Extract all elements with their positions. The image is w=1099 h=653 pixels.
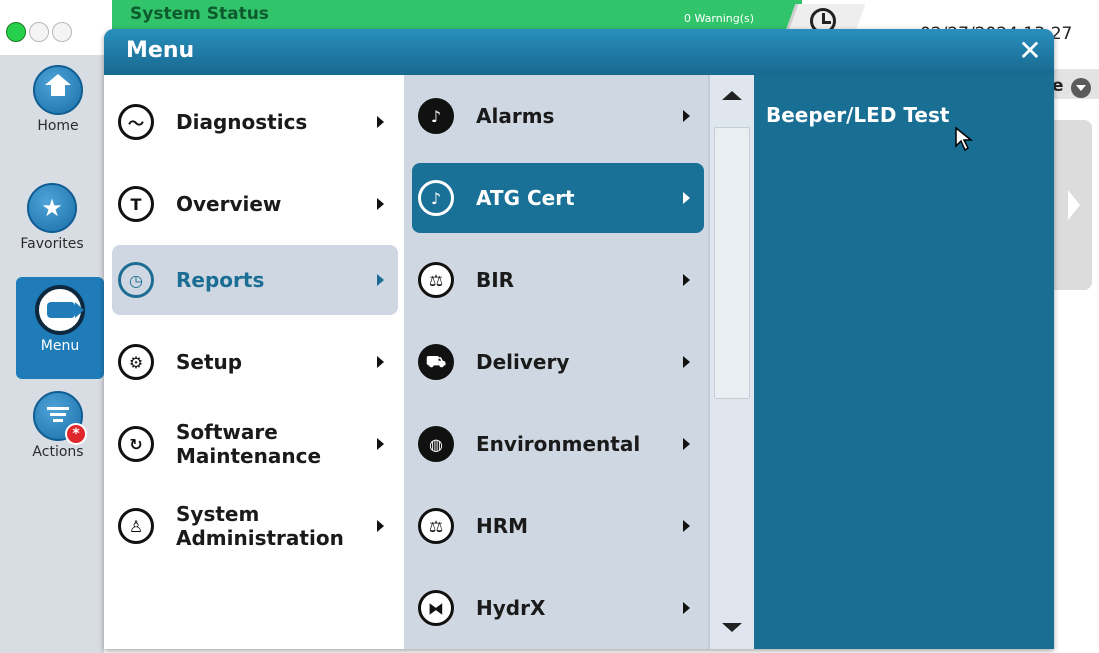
scroll-up-arrow-icon[interactable] [722, 91, 742, 100]
menu-item-label: Setup [176, 350, 243, 374]
scrollbar-thumb[interactable] [714, 127, 750, 399]
actions-alert-badge: * [65, 423, 87, 445]
menu-item-label: Overview [176, 192, 282, 216]
chevron-right-icon [377, 438, 384, 450]
menu-item-label: HRM [476, 514, 529, 538]
menu-item-system-administration[interactable]: ♙ System Administration [112, 491, 398, 561]
menu-item-environmental[interactable]: ◍ Environmental [412, 409, 704, 479]
chevron-right-icon [683, 192, 690, 204]
menu-column-reports: ♪ Alarms ♪ ATG Cert ⚖ BIR ⛟ Delivery ◍ E… [404, 75, 708, 649]
overview-icon: T [118, 186, 154, 222]
menu-item-delivery[interactable]: ⛟ Delivery [412, 327, 704, 397]
scale-icon: ⚖ [418, 508, 454, 544]
menu-item-atg-cert[interactable]: ♪ ATG Cert [412, 163, 704, 233]
menu-item-hydrx[interactable]: ⧓ HydrX [412, 573, 704, 643]
nav-home-label: Home [37, 118, 79, 134]
menu-item-label: System Administration [176, 502, 344, 550]
nav-actions-label: Actions [32, 444, 84, 460]
menu-item-label: BIR [476, 268, 515, 292]
menu-item-reports[interactable]: ◷ Reports [112, 245, 398, 315]
status-title: System Status [130, 4, 269, 24]
menu-item-label: Alarms [476, 104, 555, 128]
close-button[interactable]: ✕ [1016, 35, 1044, 67]
window-maximize-button[interactable] [6, 22, 26, 42]
software-maintenance-icon: ↻ [118, 426, 154, 462]
menu-item-label: Reports [176, 268, 265, 292]
nav-menu-button[interactable]: Menu [16, 277, 104, 379]
menu-item-hrm[interactable]: ⚖ HRM [412, 491, 704, 561]
delivery-truck-icon: ⛟ [418, 344, 454, 380]
menu-header: Menu ✕ [104, 29, 1054, 75]
menu-item-software-maintenance[interactable]: ↻ Software Maintenance [112, 409, 398, 479]
globe-icon: ◍ [418, 426, 454, 462]
atg-cert-bell-icon: ♪ [418, 180, 454, 216]
system-administration-icon: ♙ [118, 508, 154, 544]
nav-favorites-button[interactable]: ★ Favorites [0, 183, 104, 283]
menu-item-bir[interactable]: ⚖ BIR [412, 245, 704, 315]
window-close-button[interactable] [52, 22, 72, 42]
menu-item-alarms[interactable]: ♪ Alarms [412, 81, 704, 151]
alarm-bell-icon: ♪ [418, 98, 454, 134]
background-card-next-arrow[interactable] [1054, 120, 1092, 290]
nav-menu-label: Menu [40, 338, 80, 354]
diagnostics-icon: 〜 [118, 104, 154, 140]
warning-count: 0 Warning(s) [684, 12, 755, 25]
menu-icon [47, 302, 84, 318]
chevron-right-icon [683, 438, 690, 450]
chevron-right-icon [683, 602, 690, 614]
menu-item-setup[interactable]: ⚙ Setup [112, 327, 398, 397]
actions-icon [47, 407, 69, 423]
hydrx-icon: ⧓ [418, 590, 454, 626]
menu-title: Menu [126, 38, 195, 63]
menu-item-diagnostics[interactable]: 〜 Diagnostics [112, 87, 398, 157]
menu-item-label: Software Maintenance [176, 420, 322, 468]
chevron-right-icon [683, 520, 690, 532]
menu-item-label: Environmental [476, 432, 641, 456]
chevron-right-icon [683, 356, 690, 368]
chevron-right-icon [683, 110, 690, 122]
mouse-cursor-icon [955, 126, 974, 152]
menu-item-overview[interactable]: T Overview [112, 169, 398, 239]
menu-scrollbar[interactable] [708, 75, 754, 649]
menu-column-atg-cert: Beeper/LED Test [754, 75, 1054, 649]
scroll-down-arrow-icon[interactable] [722, 623, 742, 632]
menu-item-label: HydrX [476, 596, 546, 620]
chevron-right-icon [377, 274, 384, 286]
nav-actions-button[interactable]: * Actions [16, 391, 100, 491]
left-navigation: Home ★ Favorites Menu * Actions [0, 55, 104, 653]
chevron-down-icon[interactable] [1071, 78, 1091, 98]
scale-icon: ⚖ [418, 262, 454, 298]
window-minimize-button[interactable] [29, 22, 49, 42]
chevron-right-icon [377, 198, 384, 210]
home-icon [45, 74, 71, 100]
nav-favorites-label: Favorites [20, 236, 84, 252]
chevron-right-icon [377, 116, 384, 128]
menu-item-label: Delivery [476, 350, 570, 374]
menu-item-label: Diagnostics [176, 110, 308, 134]
star-icon: ★ [41, 194, 63, 222]
setup-gear-icon: ⚙ [118, 344, 154, 380]
window-controls [6, 22, 72, 42]
menu-column-main: 〜 Diagnostics T Overview ◷ Reports ⚙ Set… [104, 75, 404, 649]
menu-item-beeper-led-test[interactable]: Beeper/LED Test [766, 103, 949, 127]
menu-item-label: ATG Cert [476, 186, 575, 210]
chevron-right-icon [683, 274, 690, 286]
menu-panel: Menu ✕ 〜 Diagnostics T Overview ◷ Report… [104, 29, 1054, 649]
chevron-right-icon [377, 520, 384, 532]
chevron-right-icon [377, 356, 384, 368]
reports-clock-icon: ◷ [118, 262, 154, 298]
nav-home-button[interactable]: Home [16, 65, 100, 165]
